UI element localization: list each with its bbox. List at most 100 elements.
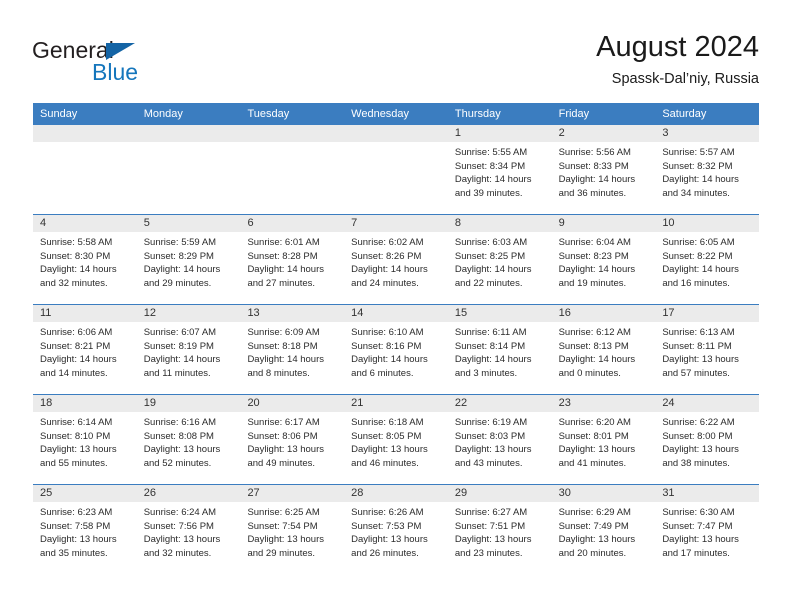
calendar-day-cell[interactable]: 6 Sunrise: 6:01 AM Sunset: 8:28 PM Daylight… — [240, 215, 345, 304]
calendar-day-cell[interactable]: 7 Sunrise: 6:02 AM Sunset: 8:26 PM Daylight… — [344, 215, 448, 304]
sunset-text: Sunset: 7:51 PM — [454, 520, 526, 532]
daylight-text-line1: Daylight: 14 hours — [454, 264, 532, 276]
day-number: 1 — [447, 125, 552, 142]
day-details: Sunrise: 5:55 AM Sunset: 8:34 PM Daylight:… — [448, 142, 552, 200]
day-details: Sunrise: 5:57 AM Sunset: 8:32 PM Daylight:… — [655, 142, 759, 200]
calendar-day-cell[interactable]: 4 Sunrise: 5:58 AM Sunset: 8:30 PM Daylight… — [33, 215, 137, 304]
calendar-day-cell[interactable]: 18 Sunrise: 6:14 AM Sunset: 8:10 PM Dayligh… — [33, 395, 137, 484]
day-details: Sunrise: 6:14 AM Sunset: 8:10 PM Daylight:… — [33, 412, 137, 470]
day-details — [344, 142, 448, 146]
calendar-day-cell[interactable]: 28 Sunrise: 6:26 AM Sunset: 7:53 PM Dayligh… — [344, 485, 448, 574]
daylight-text-line2: and 32 minutes. — [40, 277, 108, 289]
day-number: 2 — [551, 125, 656, 142]
day-number: 17 — [655, 305, 760, 322]
calendar-day-cell[interactable]: 17 Sunrise: 6:13 AM Sunset: 8:11 PM Dayligh… — [655, 305, 760, 394]
daylight-text-line2: and 24 minutes. — [351, 277, 419, 289]
daylight-text-line1: Daylight: 13 hours — [143, 534, 221, 546]
calendar-day-cell[interactable]: 14 Sunrise: 6:10 AM Sunset: 8:16 PM Dayligh… — [344, 305, 448, 394]
daylight-text-line1: Daylight: 13 hours — [662, 534, 739, 546]
sunrise-text: Sunrise: 6:12 AM — [558, 327, 631, 338]
calendar-weeks: 1 Sunrise: 5:55 AM Sunset: 8:34 PM Daylight… — [33, 125, 760, 574]
sunset-text: Sunset: 8:03 PM — [454, 430, 526, 442]
day-details: Sunrise: 6:25 AM Sunset: 7:54 PM Daylight:… — [240, 502, 344, 560]
calendar-day-cell[interactable]: 15 Sunrise: 6:11 AM Sunset: 8:14 PM Dayligh… — [447, 305, 552, 394]
daylight-text-line2: and 46 minutes. — [351, 457, 419, 469]
daylight-text-line1: Daylight: 14 hours — [143, 354, 221, 366]
daylight-text-line2: and 16 minutes. — [662, 277, 730, 289]
sunrise-text: Sunrise: 6:29 AM — [558, 507, 631, 518]
daylight-text-line2: and 17 minutes. — [662, 547, 730, 559]
sunrise-text: Sunrise: 6:04 AM — [558, 237, 631, 248]
daylight-text-line2: and 38 minutes. — [662, 457, 730, 469]
daylight-text-line2: and 52 minutes. — [143, 457, 212, 469]
daylight-text-line1: Daylight: 14 hours — [454, 174, 532, 186]
calendar-day-cell[interactable]: 27 Sunrise: 6:25 AM Sunset: 7:54 PM Dayligh… — [240, 485, 345, 574]
sunset-text: Sunset: 8:11 PM — [662, 340, 732, 352]
sunrise-text: Sunrise: 5:59 AM — [143, 237, 217, 248]
calendar-day-cell[interactable]: 21 Sunrise: 6:18 AM Sunset: 8:05 PM Dayligh… — [344, 395, 448, 484]
daylight-text-line1: Daylight: 13 hours — [247, 444, 325, 456]
calendar-day-cell[interactable]: 19 Sunrise: 6:16 AM Sunset: 8:08 PM Dayligh… — [136, 395, 241, 484]
daylight-text-line1: Daylight: 13 hours — [143, 444, 221, 456]
sunset-text: Sunset: 8:21 PM — [40, 340, 111, 352]
sunrise-text: Sunrise: 5:56 AM — [558, 147, 631, 158]
day-details: Sunrise: 6:06 AM Sunset: 8:21 PM Daylight:… — [33, 322, 137, 380]
calendar-day-cell[interactable]: 11 Sunrise: 6:06 AM Sunset: 8:21 PM Dayligh… — [33, 305, 137, 394]
daylight-text-line2: and 19 minutes. — [558, 277, 627, 289]
calendar-day-cell[interactable]: 2 Sunrise: 5:56 AM Sunset: 8:33 PM Daylight… — [551, 125, 656, 214]
calendar-day-cell[interactable]: 12 Sunrise: 6:07 AM Sunset: 8:19 PM Dayligh… — [136, 305, 241, 394]
calendar-week-row: 11 Sunrise: 6:06 AM Sunset: 8:21 PM Dayligh… — [33, 304, 760, 394]
calendar-day-cell[interactable]: 8 Sunrise: 6:03 AM Sunset: 8:25 PM Daylight… — [447, 215, 552, 304]
daylight-text-line2: and 41 minutes. — [558, 457, 627, 469]
day-details: Sunrise: 6:13 AM Sunset: 8:11 PM Daylight:… — [655, 322, 759, 380]
daylight-text-line2: and 35 minutes. — [40, 547, 108, 559]
calendar-day-cell[interactable]: 16 Sunrise: 6:12 AM Sunset: 8:13 PM Dayligh… — [551, 305, 656, 394]
calendar-week-row: 18 Sunrise: 6:14 AM Sunset: 8:10 PM Dayligh… — [33, 394, 760, 484]
calendar-day-cell[interactable]: 24 Sunrise: 6:22 AM Sunset: 8:00 PM Dayligh… — [655, 395, 760, 484]
calendar-day-cell[interactable]: 9 Sunrise: 6:04 AM Sunset: 8:23 PM Daylight… — [551, 215, 656, 304]
page-subtitle: Spassk-Dal’niy, Russia — [611, 71, 759, 87]
sunrise-text: Sunrise: 5:57 AM — [662, 147, 735, 158]
day-details: Sunrise: 5:58 AM Sunset: 8:30 PM Daylight:… — [33, 232, 137, 290]
daylight-text-line2: and 20 minutes. — [558, 547, 627, 559]
calendar-week-row: 4 Sunrise: 5:58 AM Sunset: 8:30 PM Daylight… — [33, 214, 760, 304]
day-details: Sunrise: 6:11 AM Sunset: 8:14 PM Daylight:… — [448, 322, 552, 380]
calendar-day-cell[interactable]: 26 Sunrise: 6:24 AM Sunset: 7:56 PM Dayligh… — [136, 485, 241, 574]
calendar-day-cell[interactable]: 30 Sunrise: 6:29 AM Sunset: 7:49 PM Dayligh… — [551, 485, 656, 574]
sunrise-text: Sunrise: 6:01 AM — [247, 237, 320, 248]
calendar-day-cell[interactable]: 23 Sunrise: 6:20 AM Sunset: 8:01 PM Dayligh… — [551, 395, 656, 484]
calendar-day-cell[interactable]: 22 Sunrise: 6:19 AM Sunset: 8:03 PM Dayligh… — [447, 395, 552, 484]
daylight-text-line1: Daylight: 14 hours — [247, 354, 325, 366]
day-details: Sunrise: 6:07 AM Sunset: 8:19 PM Daylight:… — [137, 322, 241, 380]
calendar-day-cell[interactable]: 5 Sunrise: 5:59 AM Sunset: 8:29 PM Daylight… — [136, 215, 241, 304]
calendar-day-cell[interactable]: 1 Sunrise: 5:55 AM Sunset: 8:34 PM Daylight… — [447, 125, 552, 214]
day-number — [136, 125, 241, 142]
calendar-day-cell[interactable]: 20 Sunrise: 6:17 AM Sunset: 8:06 PM Dayligh… — [240, 395, 345, 484]
daylight-text-line1: Daylight: 13 hours — [40, 444, 117, 456]
calendar-day-cell[interactable]: 10 Sunrise: 6:05 AM Sunset: 8:22 PM Dayligh… — [655, 215, 760, 304]
calendar-day-cell[interactable]: 3 Sunrise: 5:57 AM Sunset: 8:32 PM Daylight… — [655, 125, 760, 214]
calendar-day-cell[interactable]: 13 Sunrise: 6:09 AM Sunset: 8:18 PM Dayligh… — [240, 305, 345, 394]
daylight-text-line1: Daylight: 14 hours — [558, 354, 636, 366]
day-number: 29 — [447, 485, 552, 502]
weekday-header-monday: Monday — [143, 108, 183, 120]
day-number: 4 — [33, 215, 137, 232]
calendar-day-cell[interactable]: 25 Sunrise: 6:23 AM Sunset: 7:58 PM Dayligh… — [33, 485, 137, 574]
calendar-day-cell[interactable]: 29 Sunrise: 6:27 AM Sunset: 7:51 PM Dayligh… — [447, 485, 552, 574]
day-number: 18 — [33, 395, 137, 412]
daylight-text-line1: Daylight: 14 hours — [662, 174, 739, 186]
calendar-day-cell[interactable]: 31 Sunrise: 6:30 AM Sunset: 7:47 PM Dayligh… — [655, 485, 760, 574]
sunrise-text: Sunrise: 6:25 AM — [247, 507, 320, 518]
daylight-text-line1: Daylight: 14 hours — [143, 264, 221, 276]
daylight-text-line2: and 23 minutes. — [454, 547, 523, 559]
sunset-text: Sunset: 8:34 PM — [454, 160, 526, 172]
day-details — [33, 142, 137, 146]
day-details: Sunrise: 6:16 AM Sunset: 8:08 PM Daylight:… — [137, 412, 241, 470]
sunrise-text: Sunrise: 6:24 AM — [143, 507, 217, 518]
sunset-text: Sunset: 8:28 PM — [247, 250, 318, 262]
weekday-header-tuesday: Tuesday — [247, 108, 290, 120]
sunrise-text: Sunrise: 6:23 AM — [40, 507, 113, 518]
day-number: 23 — [551, 395, 656, 412]
sunrise-text: Sunrise: 6:22 AM — [662, 417, 735, 428]
sunset-text: Sunset: 7:49 PM — [558, 520, 629, 532]
